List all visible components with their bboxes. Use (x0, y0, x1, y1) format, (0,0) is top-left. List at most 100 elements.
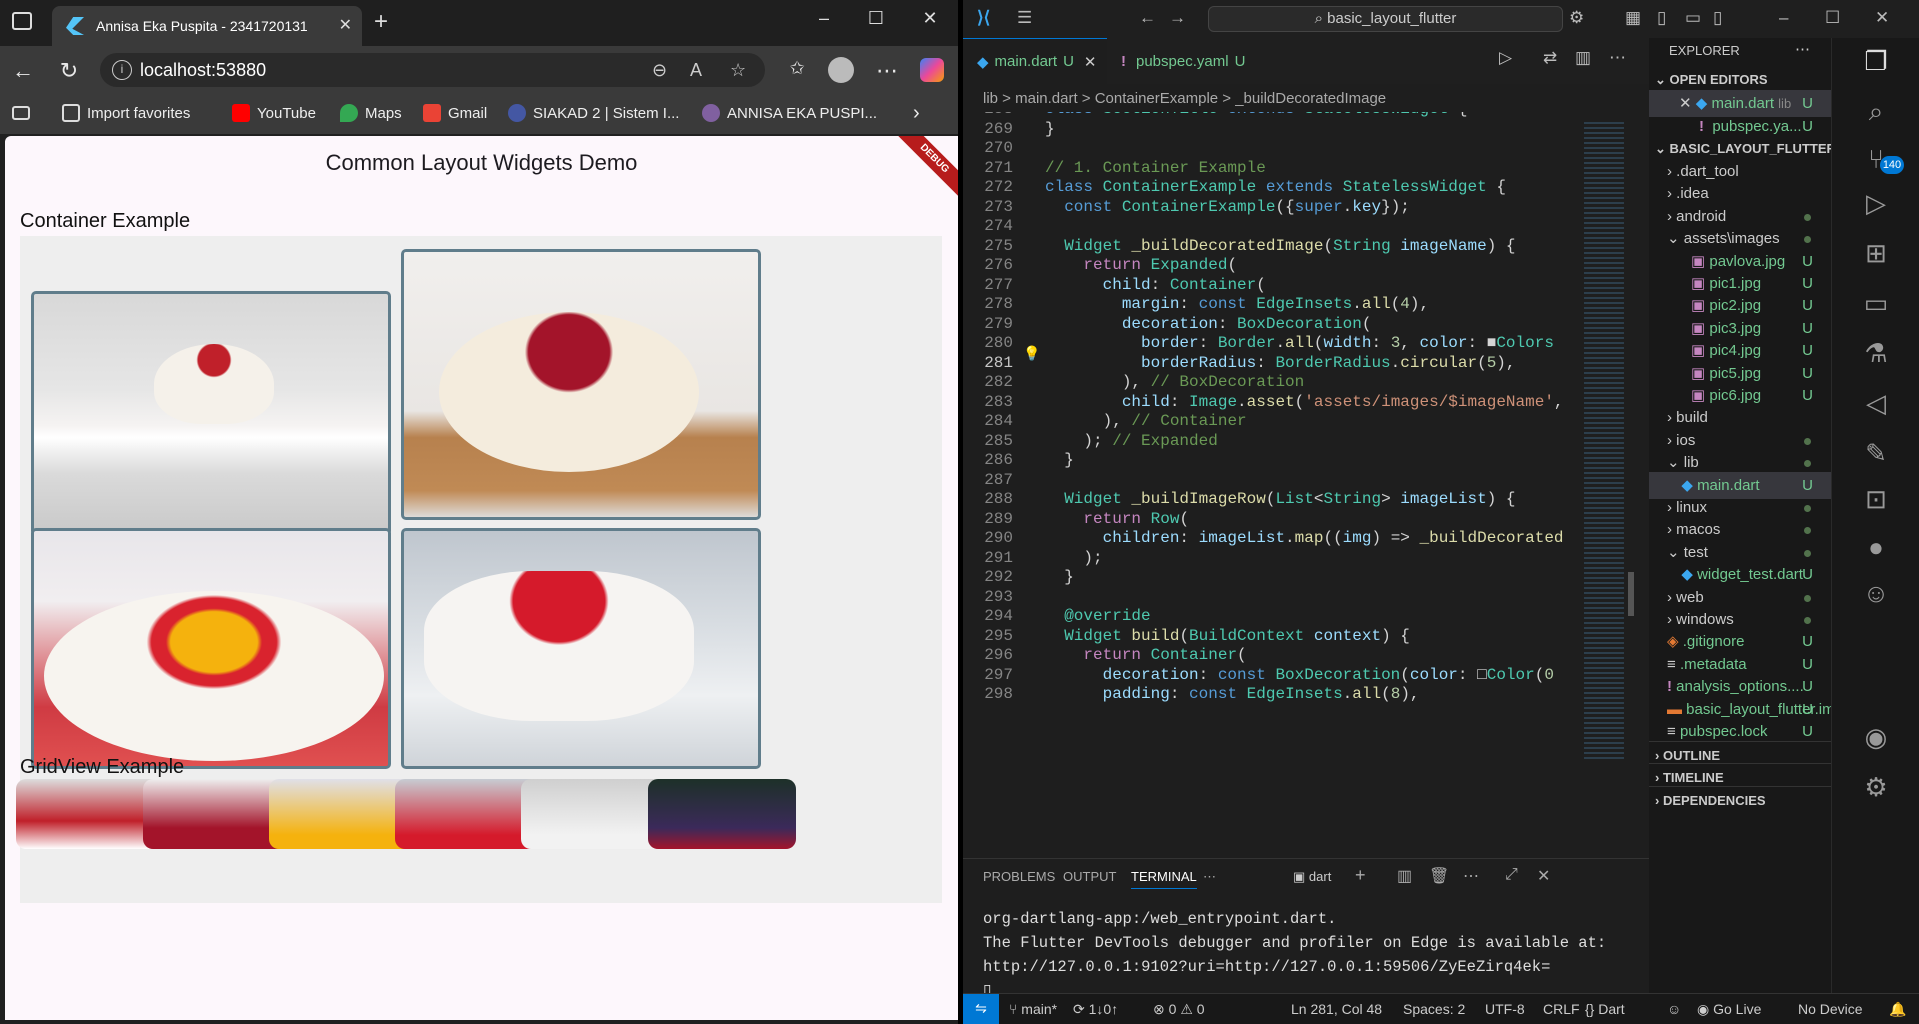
modified-dot-icon (1804, 527, 1811, 535)
tab-main-dart[interactable]: ◆ main.dart U ✕ (963, 38, 1107, 84)
testing-icon[interactable]: ⚗ (1832, 338, 1919, 369)
tab-terminal[interactable]: TERMINAL (1131, 869, 1197, 889)
annisa-icon (702, 104, 720, 122)
code-line: child: Image.asset('assets/images/$image… (1121, 392, 1564, 411)
explorer-more-icon[interactable]: ⋯ (1795, 40, 1810, 58)
chevron-right-icon[interactable]: › (913, 102, 920, 125)
close-panel-icon[interactable]: ✕ (1537, 866, 1550, 886)
copilot-status-icon[interactable]: ☺ (1667, 1001, 1681, 1017)
toggle-panel-icon[interactable]: ▭ (1685, 8, 1701, 28)
branch-status[interactable]: ⑂ main* (1009, 1001, 1057, 1017)
encoding-status[interactable]: UTF-8 (1485, 1001, 1525, 1017)
new-tab-button[interactable]: + (374, 8, 388, 36)
zoom-icon[interactable]: ⊖ (652, 60, 667, 81)
explorer-icon[interactable]: ❐ (1832, 46, 1919, 77)
run-icon[interactable]: ▷ (1499, 48, 1512, 68)
read-aloud-icon[interactable]: A (690, 60, 702, 81)
flutter-icon[interactable]: ◁ (1832, 388, 1919, 419)
source-control-icon[interactable]: ⑂ (1832, 144, 1919, 175)
cursor-position[interactable]: Ln 281, Col 48 (1291, 1001, 1382, 1017)
search-icon[interactable]: ⌕ (1832, 96, 1919, 128)
favorite-annisa[interactable]: ANNISA EKA PUSPI... (702, 104, 877, 122)
tab-pubspec[interactable]: ! pubspec.yaml U (1107, 38, 1277, 84)
refresh-icon[interactable]: ↻ (54, 58, 84, 84)
close-window-icon[interactable]: ✕ (1875, 8, 1889, 28)
favorite-youtube[interactable]: YouTube (232, 104, 316, 122)
remote-icon[interactable]: ⇋ (963, 994, 999, 1024)
copilot-chat-icon[interactable]: ⚙ (1569, 8, 1584, 28)
scm-badge: 140 (1880, 156, 1904, 174)
line-number: 258 (963, 112, 1013, 118)
tab-output[interactable]: OUTPUT (1063, 869, 1116, 884)
problems-status[interactable]: ⊗ 0 ⚠ 0 (1153, 1001, 1205, 1018)
file-item[interactable]: ≡ pubspec.lock U (1649, 718, 1831, 745)
back-icon[interactable]: ← (8, 58, 38, 84)
maximize-icon[interactable]: ☐ (856, 8, 896, 29)
compare-icon[interactable]: ⇄ (1543, 48, 1557, 68)
avatar[interactable] (828, 57, 854, 83)
language-status[interactable]: {} Dart (1585, 1001, 1625, 1017)
kill-terminal-icon[interactable]: 🗑 (1429, 866, 1449, 886)
open-editors-header[interactable]: ⌄ OPEN EDITORS (1649, 66, 1831, 93)
edit-icon[interactable]: ✎ (1832, 438, 1919, 469)
panel-more-icon[interactable]: ⋯ (1463, 866, 1479, 886)
docker-icon[interactable]: ⊡ (1832, 484, 1919, 515)
minimize-icon[interactable]: – (1779, 8, 1788, 28)
copilot-icon[interactable] (920, 58, 944, 82)
remote-explorer-icon[interactable]: ▭ (1832, 288, 1919, 319)
maximize-icon[interactable]: ☐ (1825, 8, 1840, 28)
close-icon[interactable]: ✕ (1679, 95, 1692, 112)
new-terminal-icon[interactable]: + (1355, 865, 1366, 886)
toggle-secondary-icon[interactable]: ▯ (1713, 8, 1722, 28)
settings-gear-icon[interactable]: ⚙ (1832, 772, 1919, 803)
close-icon[interactable]: ✕ (1084, 53, 1097, 71)
split-terminal-icon[interactable]: ▥ (1397, 866, 1412, 886)
panel-more-icon[interactable]: ⋯ (1203, 869, 1216, 885)
dependencies-header[interactable]: › DEPENDENCIES (1649, 786, 1831, 813)
maximize-panel-icon[interactable]: ⤢ (1505, 866, 1518, 884)
scrollbar-thumb[interactable] (1628, 572, 1634, 616)
layout-icon[interactable]: ▦ (1625, 8, 1641, 28)
command-center-search[interactable]: ⌕ basic_layout_flutter (1208, 6, 1563, 32)
info-icon[interactable]: i (112, 60, 132, 80)
nav-back-icon[interactable]: ← (1139, 8, 1156, 28)
indentation-status[interactable]: Spaces: 2 (1403, 1001, 1465, 1017)
tab-actions-icon[interactable] (12, 12, 32, 30)
nav-forward-icon[interactable]: → (1169, 8, 1186, 28)
browser-tab[interactable]: Annisa Eka Puspita - 2341720131 ✕ (52, 6, 362, 46)
run-debug-icon[interactable]: ▷ (1832, 188, 1919, 219)
sync-status[interactable]: ⟳ 1↓0↑ (1073, 1001, 1118, 1018)
extensions-icon[interactable]: ⊞ (1832, 238, 1919, 269)
more-actions-icon[interactable]: ⋯ (1609, 48, 1626, 68)
toggle-sidebar-icon[interactable]: ▯ (1657, 8, 1666, 28)
notifications-icon[interactable]: 🔔 (1889, 1001, 1906, 1018)
collections-icon[interactable] (12, 106, 30, 120)
split-editor-icon[interactable]: ▥ (1575, 48, 1591, 68)
lightbulb-icon[interactable]: 💡 (1023, 346, 1040, 363)
terminal-shell[interactable]: ▣ dart (1293, 869, 1331, 885)
github-icon[interactable]: ● (1832, 532, 1919, 563)
favorite-maps[interactable]: Maps (340, 104, 402, 122)
minimize-icon[interactable]: – (804, 8, 844, 29)
close-icon[interactable]: ✕ (339, 15, 352, 35)
favorite-siakad[interactable]: SIAKAD 2 | Sistem I... (508, 104, 679, 122)
section-label: DEPENDENCIES (1662, 793, 1766, 808)
address-bar[interactable]: i localhost:53880 ⊖ A ☆ (100, 53, 765, 87)
code-editor[interactable]: 258 class SectionTitle extends StatelessW… (963, 112, 1578, 852)
favorites-icon[interactable]: ✩ (782, 58, 812, 79)
minimap[interactable] (1578, 112, 1634, 852)
eol-status[interactable]: CRLF (1543, 1001, 1580, 1017)
tab-problems[interactable]: PROBLEMS (983, 869, 1055, 884)
star-icon[interactable]: ☆ (730, 60, 746, 81)
favorite-import[interactable]: Import favorites (62, 104, 190, 122)
more-icon[interactable]: ⋯ (872, 58, 902, 84)
terminal-output[interactable]: org-dartlang-app:/web_entrypoint.dart. Th… (983, 907, 1606, 1003)
account-icon[interactable]: ◉ (1832, 722, 1919, 753)
breadcrumb[interactable]: lib > main.dart > ContainerExample > _bu… (963, 86, 1649, 112)
favorite-gmail[interactable]: Gmail (423, 104, 487, 122)
device-status[interactable]: No Device (1798, 1001, 1863, 1017)
menu-icon[interactable]: ☰ (1017, 8, 1032, 28)
golive-status[interactable]: ◉ Go Live (1697, 1001, 1761, 1018)
close-window-icon[interactable]: ✕ (910, 8, 950, 29)
copilot-icon[interactable]: ☺ (1832, 578, 1919, 609)
